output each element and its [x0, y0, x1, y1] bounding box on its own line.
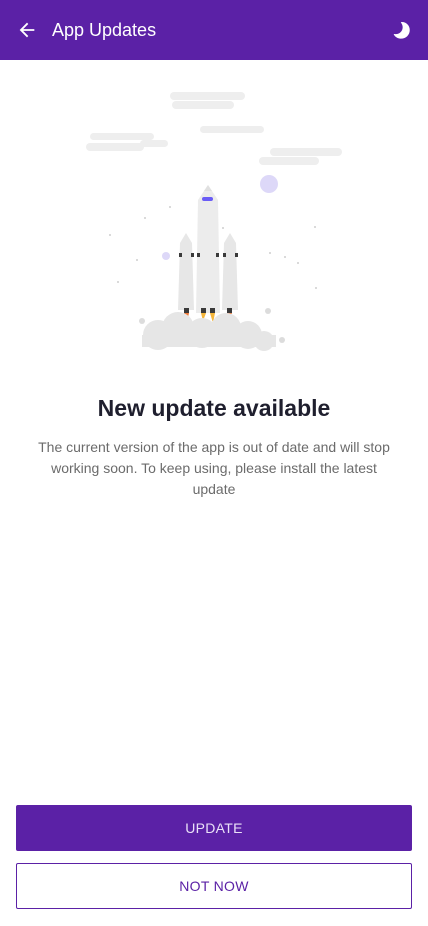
moon-icon: [393, 22, 410, 39]
update-description: The current version of the app is out of…: [38, 439, 390, 497]
app-updates-screen: App Updates New update available The cur…: [0, 0, 428, 926]
page-title: App Updates: [52, 20, 157, 40]
app-bar: App Updates: [0, 0, 428, 60]
update-headline: New update available: [97, 395, 331, 421]
not-now-button[interactable]: NOT NOW: [16, 863, 412, 909]
rocket-launch-illustration: [86, 92, 342, 351]
back-button[interactable]: [12, 15, 42, 45]
update-button[interactable]: UPDATE: [16, 805, 412, 851]
theme-toggle-button[interactable]: [386, 15, 416, 45]
arrow-left-icon: [19, 22, 35, 38]
